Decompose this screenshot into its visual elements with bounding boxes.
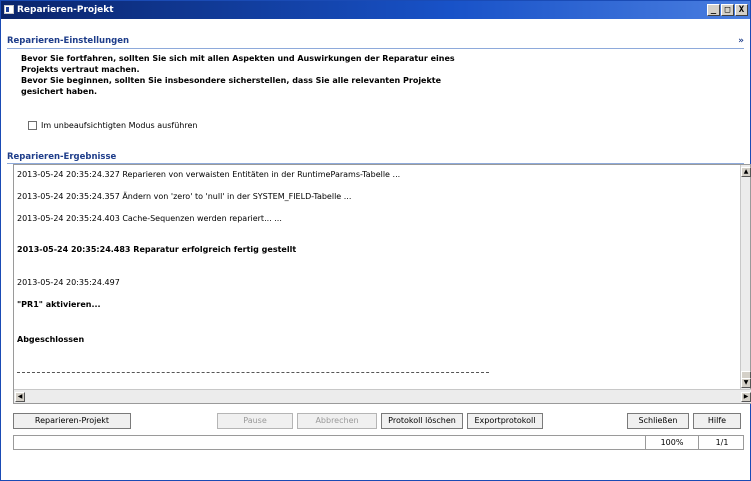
horizontal-scrollbar[interactable]: ◀ ▶ xyxy=(14,389,751,403)
close-button[interactable]: Schließen xyxy=(627,413,689,429)
help-button[interactable]: Hilfe xyxy=(693,413,741,429)
unattended-mode-label: Im unbeaufsichtigten Modus ausführen xyxy=(41,121,198,130)
info-line: Projekts vertraut machen. xyxy=(21,65,140,74)
maximize-button[interactable]: □ xyxy=(721,4,734,16)
settings-section-title: Reparieren-Einstellungen xyxy=(7,36,130,46)
scroll-down-icon[interactable]: ▼ xyxy=(741,378,751,388)
settings-section-header[interactable]: Reparieren-Einstellungen » xyxy=(7,34,744,48)
status-bar: 100% 1/1 xyxy=(13,435,744,450)
minimize-button[interactable]: _ xyxy=(707,4,720,16)
settings-divider xyxy=(7,48,744,49)
info-line: Bevor Sie beginnen, sollten Sie insbeson… xyxy=(21,76,442,85)
window-controls: _ □ X xyxy=(707,4,748,16)
repair-project-window: Reparieren-Projekt _ □ X Reparieren-Eins… xyxy=(0,0,751,481)
status-message xyxy=(14,436,645,449)
results-section-header: Reparieren-Ergebnisse xyxy=(7,150,744,164)
scroll-up-icon[interactable]: ▲ xyxy=(741,167,751,177)
title-bar[interactable]: Reparieren-Projekt _ □ X xyxy=(1,1,750,19)
results-log[interactable]: 2013-05-24 20:35:24.327 Reparieren von v… xyxy=(14,165,740,387)
log-line: 2013-05-24 20:35:24.497 xyxy=(17,278,120,287)
log-separator xyxy=(17,372,489,373)
app-icon xyxy=(4,5,14,14)
unattended-mode-option[interactable]: Im unbeaufsichtigten Modus ausführen xyxy=(28,121,197,130)
vertical-scrollbar[interactable]: ▲ ▼ xyxy=(740,165,751,389)
log-line: 2013-05-24 20:35:24.403 Cache-Sequenzen … xyxy=(17,214,282,223)
results-section-title: Reparieren-Ergebnisse xyxy=(7,152,117,162)
cancel-button[interactable]: Abbrechen xyxy=(297,413,377,429)
log-line: "PR1" aktivieren... xyxy=(17,300,101,309)
scroll-right-icon[interactable]: ▶ xyxy=(741,392,751,402)
clear-log-button[interactable]: Protokoll löschen xyxy=(381,413,463,429)
scroll-left-icon[interactable]: ◀ xyxy=(15,392,25,402)
repair-project-button[interactable]: Reparieren-Projekt xyxy=(13,413,131,429)
pause-button[interactable]: Pause xyxy=(217,413,293,429)
status-count: 1/1 xyxy=(698,436,745,449)
window-title: Reparieren-Projekt xyxy=(17,5,114,15)
results-log-panel[interactable]: 2013-05-24 20:35:24.327 Reparieren von v… xyxy=(13,164,751,404)
info-line: gesichert haben. xyxy=(21,87,98,96)
log-line: 2013-05-24 20:35:24.483 Reparatur erfolg… xyxy=(17,245,297,254)
status-percent: 100% xyxy=(645,436,698,449)
log-line: 2013-05-24 20:35:24.357 Ändern von 'zero… xyxy=(17,192,352,201)
settings-info-text: Bevor Sie fortfahren, sollten Sie sich m… xyxy=(21,53,491,97)
unattended-mode-checkbox[interactable] xyxy=(28,121,37,130)
collapse-chevron-icon[interactable]: » xyxy=(738,34,744,48)
export-log-button[interactable]: Exportprotokoll xyxy=(467,413,543,429)
close-window-button[interactable]: X xyxy=(735,4,748,16)
log-line: Abgeschlossen xyxy=(17,335,85,344)
log-line: 2013-05-24 20:35:24.327 Reparieren von v… xyxy=(17,170,401,179)
info-line: Bevor Sie fortfahren, sollten Sie sich m… xyxy=(21,54,455,63)
